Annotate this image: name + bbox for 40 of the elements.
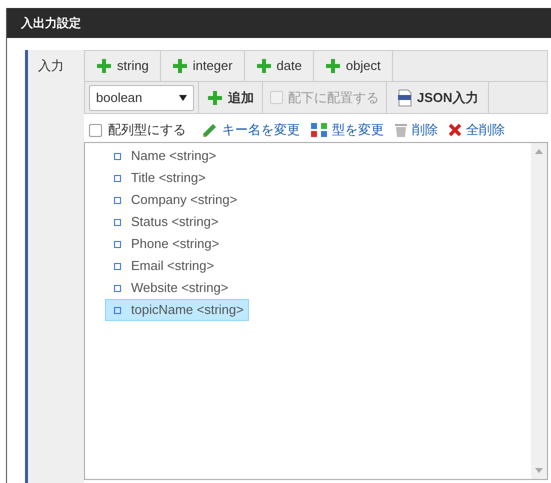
close-icon — [448, 123, 462, 137]
tree-item[interactable]: Title <string> — [105, 167, 211, 189]
pencil-icon — [200, 122, 218, 138]
plus-icon — [324, 58, 341, 74]
plus-icon — [207, 90, 223, 106]
plus-icon — [256, 58, 272, 74]
plus-icon — [172, 58, 188, 74]
tree-item[interactable]: Phone <string> — [105, 233, 224, 255]
tree-item[interactable]: Status <string> — [105, 211, 224, 233]
node-icon — [114, 262, 121, 270]
node-icon — [114, 174, 121, 182]
node-icon — [114, 218, 121, 226]
add-button[interactable]: 追加 — [199, 82, 263, 113]
checkbox[interactable] — [89, 124, 102, 136]
tree-item[interactable]: Email <string> — [105, 255, 220, 277]
plus-icon — [96, 58, 112, 74]
action-link[interactable]: 型を変更 — [310, 120, 384, 140]
tree-item[interactable]: Website <string> — [105, 277, 234, 299]
section-label: 入力 — [38, 58, 64, 73]
node-icon — [114, 152, 121, 160]
node-icon — [114, 240, 121, 248]
node-icon — [114, 196, 121, 204]
tree-item[interactable]: topicName <string> — [105, 299, 249, 321]
scroll-up-icon — [535, 149, 543, 154]
checkbox-label: 配下に配置する — [288, 88, 379, 107]
json-input-button[interactable]: JSON入力 — [387, 82, 490, 113]
tree-item[interactable]: Name <string> — [105, 145, 222, 167]
node-icon — [114, 284, 121, 292]
action-link[interactable]: キー名を変更 — [200, 120, 300, 140]
scroll-down-icon — [535, 468, 543, 473]
type-select[interactable]: boolean — [89, 84, 194, 110]
tree-item[interactable]: Company <string> — [105, 189, 242, 211]
node-icon — [114, 306, 121, 314]
action-link[interactable]: 全削除 — [448, 120, 505, 140]
document-icon — [397, 88, 413, 106]
caret-icon — [179, 94, 187, 100]
action-link[interactable]: 削除 — [394, 120, 438, 140]
trash-icon — [394, 122, 408, 138]
checkbox-label: 配列型にする — [108, 121, 186, 140]
dialog-title: 入出力設定 — [21, 15, 81, 32]
